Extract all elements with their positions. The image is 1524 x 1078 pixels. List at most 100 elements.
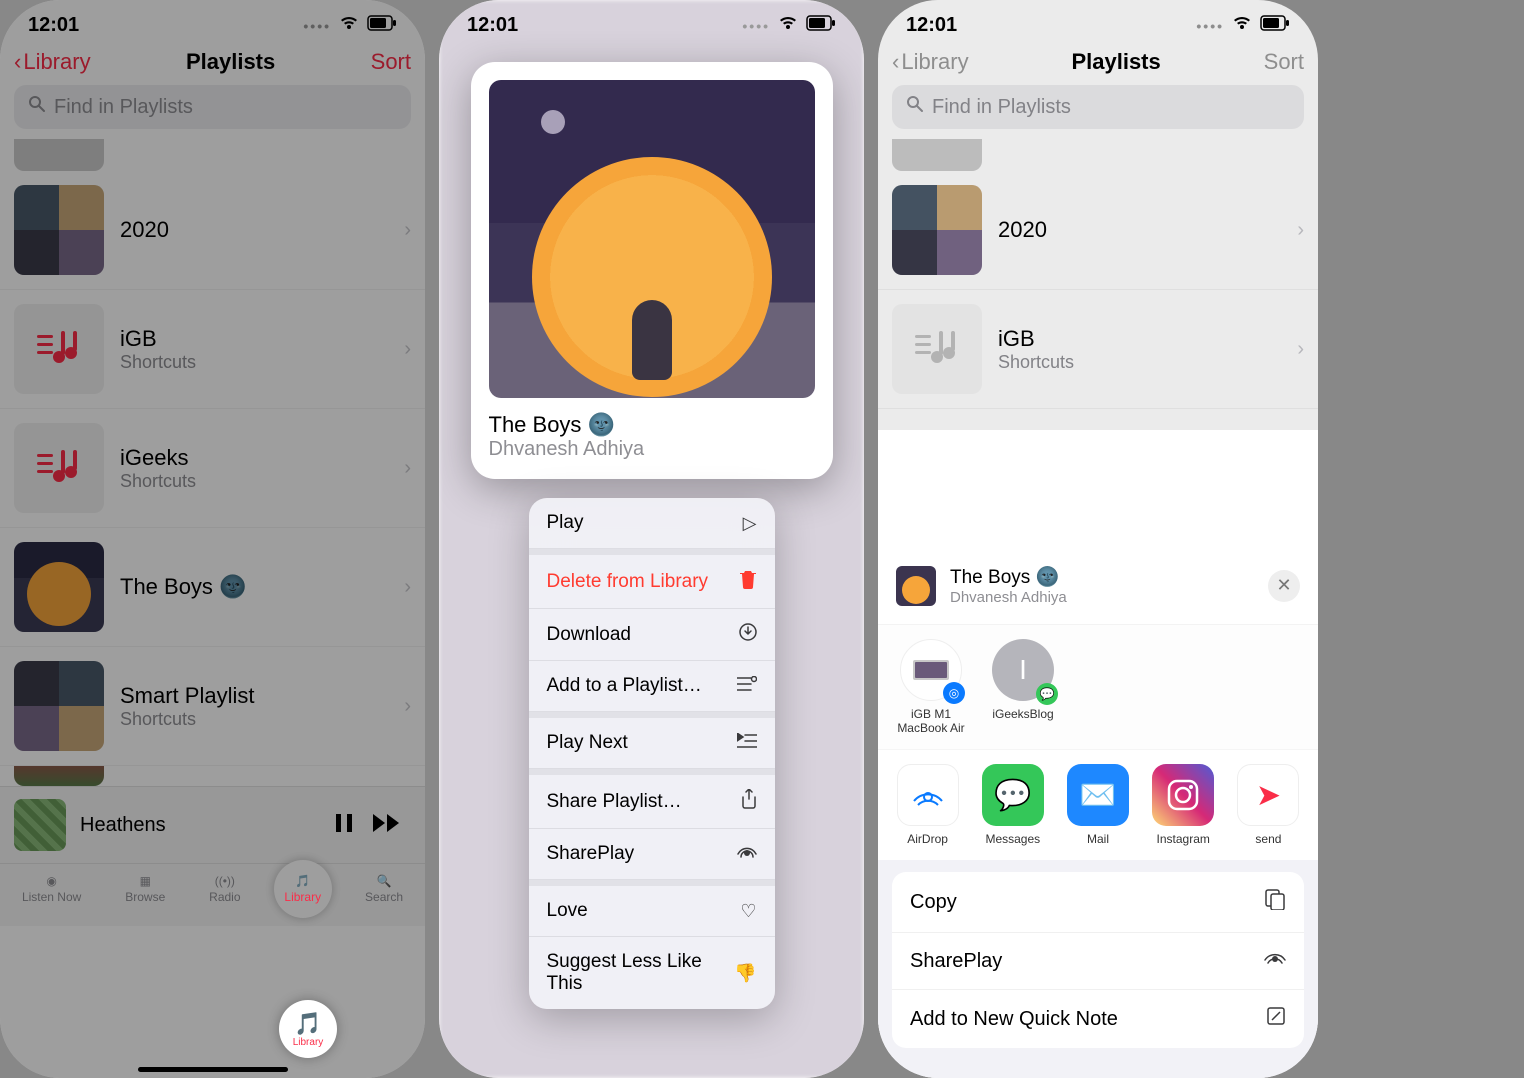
playlist-title: The Boys 🌚 <box>120 574 388 600</box>
share-sheet: The Boys 🌚 Dhvanesh Adhiya ✕ ◎ iGB M1 Ma… <box>878 547 1318 1078</box>
ctx-shareplay[interactable]: SharePlay <box>529 829 775 880</box>
share-item-title: The Boys 🌚 <box>950 565 1067 589</box>
action-copy[interactable]: Copy <box>892 872 1304 933</box>
tab-library[interactable]: 🎵Library <box>284 874 321 904</box>
search-icon <box>28 95 46 119</box>
app-name: send <box>1255 832 1281 846</box>
messages-badge-icon: 💬 <box>1036 683 1058 705</box>
home-indicator[interactable] <box>138 1067 288 1072</box>
playlist-sub: Shortcuts <box>120 709 388 730</box>
share-item-art <box>896 566 936 606</box>
ctx-play-next[interactable]: Play Next <box>529 712 775 769</box>
share-app-messages[interactable]: 💬 Messages <box>981 764 1044 846</box>
tab-browse[interactable]: ▦Browse <box>125 874 165 904</box>
status-time: 12:01 <box>906 14 957 37</box>
playlist-row[interactable]: The Boys 🌚 › <box>0 528 425 647</box>
back-label: Library <box>901 49 968 75</box>
action-quick-note[interactable]: Add to New Quick Note <box>892 990 1304 1048</box>
playlist-row[interactable]: Smart PlaylistShortcuts › <box>0 647 425 766</box>
chevron-right-icon: › <box>404 576 411 599</box>
share-contact[interactable]: ◎ iGB M1 MacBook Air <box>896 639 966 735</box>
share-icon <box>741 789 757 814</box>
share-app-instagram[interactable]: Instagram <box>1152 764 1215 846</box>
screen-library: 12:01 •••• ‹ Library Playlists Sort Find… <box>0 0 425 1078</box>
app-name: Mail <box>1087 832 1109 846</box>
share-app-airdrop[interactable]: AirDrop <box>896 764 959 846</box>
now-playing-art <box>14 799 66 851</box>
shortcut-icon <box>14 304 104 394</box>
playlist-row[interactable]: 2020 › <box>878 171 1318 290</box>
playlist-row-partial[interactable] <box>892 139 982 171</box>
search-input[interactable]: Find in Playlists <box>892 85 1304 129</box>
playlist-row[interactable]: 2020 › <box>0 171 425 290</box>
sort-button[interactable]: Sort <box>371 49 411 75</box>
context-menu: Play▷ Delete from Library Download Add t… <box>529 498 775 1009</box>
mini-player[interactable]: Heathens <box>0 786 425 863</box>
playlist-row-partial[interactable] <box>14 766 104 786</box>
search-placeholder: Find in Playlists <box>932 96 1071 119</box>
playlist-art <box>14 185 104 275</box>
playlist-row[interactable]: iGBShortcuts › <box>0 290 425 409</box>
playlist-title: 2020 <box>998 217 1281 243</box>
playlist-row-partial[interactable] <box>14 139 104 171</box>
contact-name: iGeeksBlog <box>992 707 1053 721</box>
send-icon: ➤ <box>1237 764 1299 826</box>
playlist-cover <box>489 80 815 398</box>
ctx-love[interactable]: Love♡ <box>529 880 775 937</box>
wifi-icon <box>339 14 359 37</box>
tab-search[interactable]: 🔍Search <box>365 874 403 904</box>
tab-library-highlight[interactable]: 🎵 Library <box>279 1000 337 1058</box>
back-button[interactable]: ‹Library <box>892 49 969 75</box>
thumbs-down-icon: 👎 <box>734 963 756 984</box>
share-contact[interactable]: I 💬 iGeeksBlog <box>988 639 1058 735</box>
status-dots: •••• <box>1196 18 1224 34</box>
tab-listen-now[interactable]: ◉Listen Now <box>22 874 81 904</box>
context-preview-card[interactable]: The Boys 🌚 Dhvanesh Adhiya <box>471 62 833 479</box>
battery-icon <box>806 14 836 37</box>
ctx-play[interactable]: Play▷ <box>529 498 775 549</box>
close-icon: ✕ <box>1276 575 1291 596</box>
quick-note-icon <box>1266 1006 1286 1032</box>
share-app-mail[interactable]: ✉️ Mail <box>1066 764 1129 846</box>
app-name: Messages <box>985 832 1040 846</box>
chevron-right-icon: › <box>404 219 411 242</box>
grid-icon: ▦ <box>140 874 151 888</box>
ctx-share[interactable]: Share Playlist… <box>529 769 775 829</box>
playlists-list: 2020 › iGBShortcuts › <box>878 171 1318 409</box>
shortcut-icon <box>14 423 104 513</box>
search-input[interactable]: Find in Playlists <box>14 85 411 129</box>
avatar: ◎ <box>900 639 962 701</box>
action-shareplay[interactable]: SharePlay <box>892 933 1304 990</box>
ctx-download[interactable]: Download <box>529 609 775 661</box>
playlist-sub: Shortcuts <box>120 471 388 492</box>
next-button[interactable] <box>373 810 403 841</box>
ctx-add-playlist[interactable]: Add to a Playlist… <box>529 661 775 712</box>
sort-button[interactable]: Sort <box>1264 49 1304 75</box>
mail-icon: ✉️ <box>1067 764 1129 826</box>
airdrop-badge-icon: ◎ <box>943 682 965 704</box>
ctx-suggest-less[interactable]: Suggest Less Like This👎 <box>529 937 775 1009</box>
playlist-row[interactable]: iGeeksShortcuts › <box>0 409 425 528</box>
tab-radio[interactable]: ((•))Radio <box>209 874 240 904</box>
playlist-title: iGB <box>120 326 388 352</box>
chevron-left-icon: ‹ <box>892 49 899 75</box>
copy-icon <box>1264 888 1286 916</box>
wifi-icon <box>778 14 798 37</box>
ctx-delete[interactable]: Delete from Library <box>529 549 775 609</box>
shareplay-icon <box>737 844 757 865</box>
playlist-sub: Shortcuts <box>998 352 1281 373</box>
messages-icon: 💬 <box>982 764 1044 826</box>
library-icon: 🎵 <box>294 1011 321 1037</box>
pause-button[interactable] <box>333 810 355 841</box>
play-icon: ▷ <box>743 513 757 534</box>
search-placeholder: Find in Playlists <box>54 96 193 119</box>
status-bar: 12:01 •••• <box>439 0 864 43</box>
share-contacts-row: ◎ iGB M1 MacBook Air I 💬 iGeeksBlog <box>878 624 1318 749</box>
playlist-row[interactable]: iGBShortcuts › <box>878 290 1318 409</box>
chevron-right-icon: › <box>1297 338 1304 361</box>
status-dots: •••• <box>303 18 331 34</box>
screen-context-menu: 12:01 •••• The Boys 🌚 Dhvanesh Adhiya Pl… <box>439 0 864 1078</box>
share-app-send[interactable]: ➤ send <box>1237 764 1300 846</box>
close-button[interactable]: ✕ <box>1268 570 1300 602</box>
back-button[interactable]: ‹ Library <box>14 49 91 75</box>
